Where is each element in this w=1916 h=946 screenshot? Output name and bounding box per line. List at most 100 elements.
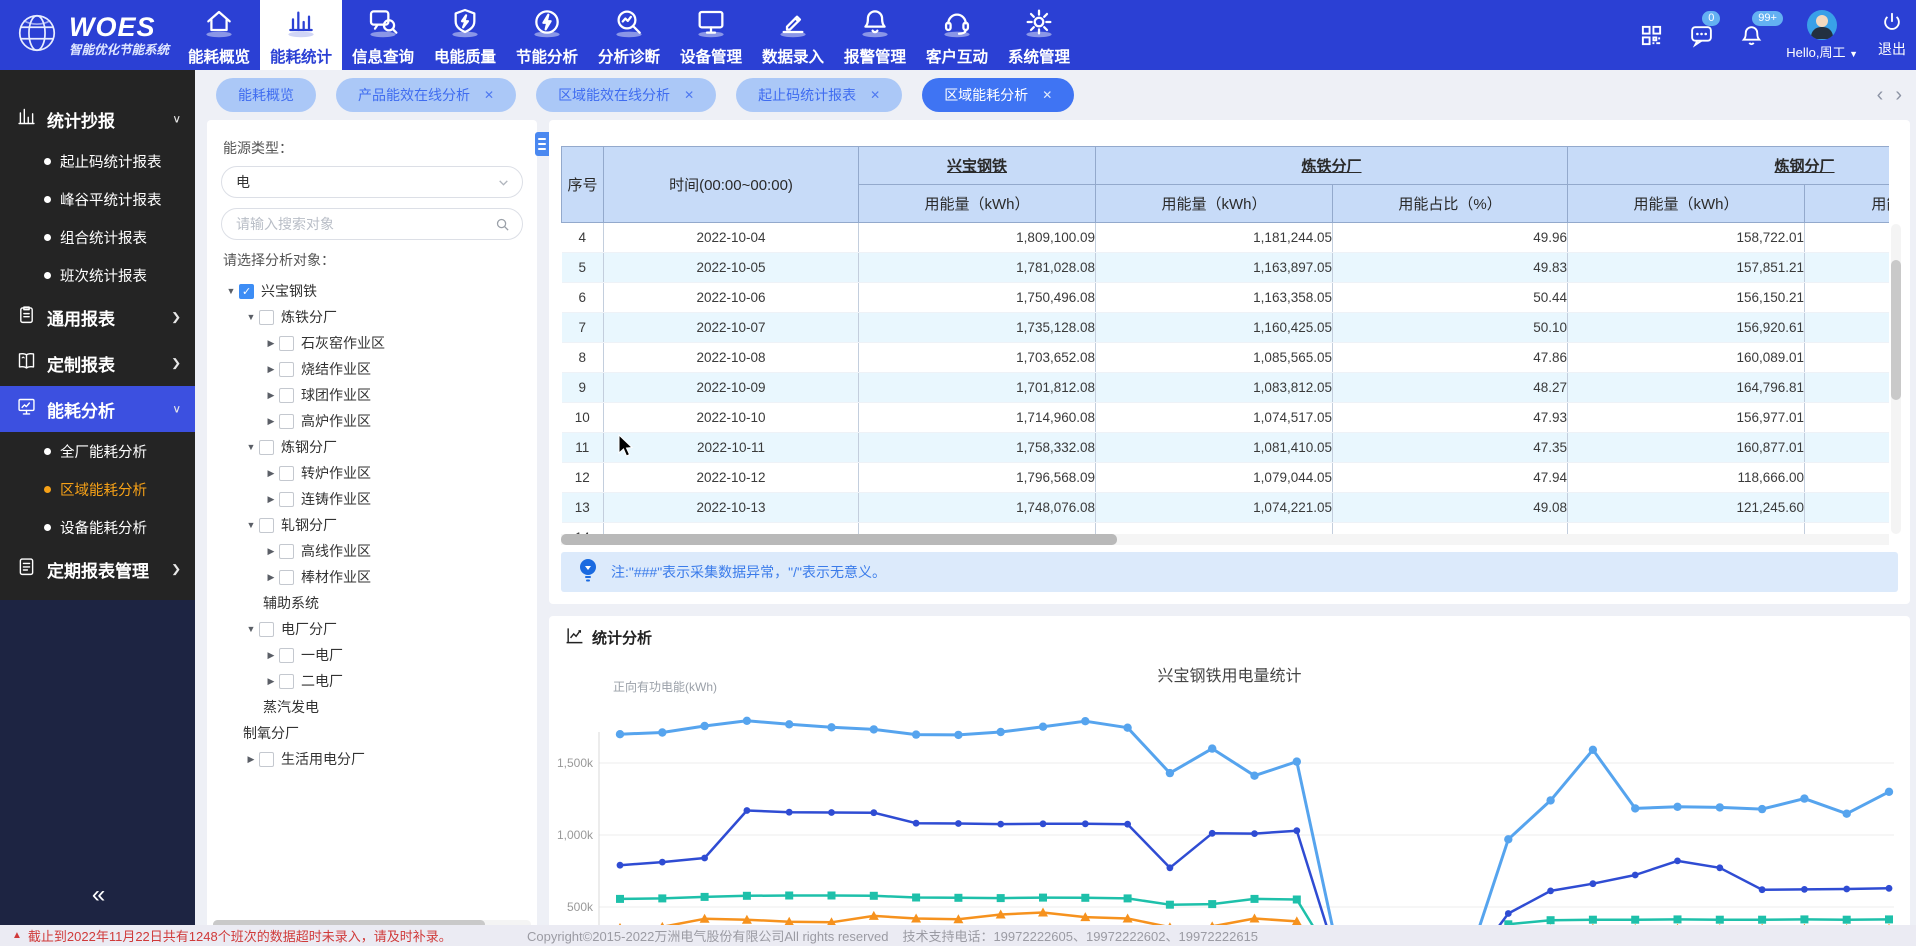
sidebar-item[interactable]: 班次统计报表	[0, 256, 195, 294]
alarm-bell-icon[interactable]: 99+	[1736, 23, 1766, 48]
tree-checkbox[interactable]	[279, 466, 294, 481]
nav-item[interactable]: 电能质量	[424, 0, 506, 70]
tree-node[interactable]: ▶石灰窑作业区	[221, 330, 523, 356]
tabs-scroll-right-icon[interactable]: ›	[1895, 84, 1902, 107]
search-icon[interactable]	[495, 217, 510, 232]
tree-node[interactable]: ▶高线作业区	[221, 538, 523, 564]
tab-close-icon[interactable]: ✕	[684, 88, 694, 102]
tab[interactable]: 区域能效在线分析✕	[536, 78, 716, 112]
tree-node[interactable]: ▼电厂分厂	[221, 616, 523, 642]
qr-code-icon[interactable]	[1636, 24, 1666, 47]
nav-item[interactable]: 系统管理	[998, 0, 1080, 70]
tree-checkbox[interactable]	[259, 310, 274, 325]
tree-checkbox[interactable]	[279, 414, 294, 429]
table-row[interactable]: 92022-10-091,701,812.081,083,812.0548.27…	[562, 373, 1890, 403]
tree-checkbox[interactable]	[259, 622, 274, 637]
tab-close-icon[interactable]: ✕	[1042, 88, 1052, 102]
tree-checkbox[interactable]	[279, 674, 294, 689]
table-row[interactable]: 112022-10-111,758,332.081,081,410.0547.3…	[562, 433, 1890, 463]
tabs-scroll-left-icon[interactable]: ‹	[1877, 84, 1884, 107]
sidebar-collapse-button[interactable]: «	[0, 881, 195, 909]
tree-node[interactable]: ▶球团作业区	[221, 382, 523, 408]
tab[interactable]: 产品能效在线分析✕	[336, 78, 516, 112]
tree-node[interactable]: ▶高炉作业区	[221, 408, 523, 434]
tree-node[interactable]: ▼兴宝钢铁	[221, 278, 523, 304]
tree-node[interactable]: ▶一电厂	[221, 642, 523, 668]
nav-item[interactable]: 能耗统计	[260, 0, 342, 70]
tree-checkbox[interactable]	[279, 388, 294, 403]
tree-node[interactable]: ▼炼铁分厂	[221, 304, 523, 330]
tree-node[interactable]: ▼轧钢分厂	[221, 512, 523, 538]
sidebar-item[interactable]: 峰谷平统计报表	[0, 180, 195, 218]
tab-close-icon[interactable]: ✕	[484, 88, 494, 102]
sidebar-item[interactable]: 组合统计报表	[0, 218, 195, 256]
expander-closed-icon[interactable]: ▶	[263, 650, 279, 661]
tab[interactable]: 区域能耗分析✕	[922, 78, 1074, 112]
tree-checkbox[interactable]	[279, 570, 294, 585]
nav-item[interactable]: 报警管理	[834, 0, 916, 70]
sidebar-section[interactable]: 统计抄报∨	[0, 96, 195, 142]
sidebar-item[interactable]: 设备能耗分析	[0, 508, 195, 546]
table-row[interactable]: 52022-10-051,781,028.081,163,897.0549.83…	[562, 253, 1890, 283]
tab[interactable]: 起止码统计报表✕	[736, 78, 902, 112]
table-row[interactable]: 122022-10-121,796,568.091,079,044.0547.9…	[562, 463, 1890, 493]
tree-checkbox[interactable]	[259, 518, 274, 533]
tree-node[interactable]: 辅助系统	[221, 590, 523, 616]
energy-type-select[interactable]: 电	[221, 166, 523, 198]
tree-checkbox[interactable]	[259, 752, 274, 767]
col-group-header[interactable]: 炼钢分厂	[1568, 147, 1889, 185]
tree-checkbox[interactable]	[259, 440, 274, 455]
logout-button[interactable]: 退出	[1878, 11, 1906, 59]
expander-closed-icon[interactable]: ▶	[263, 416, 279, 427]
tree-node[interactable]: 蒸汽发电	[221, 694, 523, 720]
table-row[interactable]: 82022-10-081,703,652.081,085,565.0547.86…	[562, 343, 1890, 373]
tree-node[interactable]: ▶生活用电分厂	[221, 746, 523, 772]
nav-item[interactable]: 客户互动	[916, 0, 998, 70]
tree-node[interactable]: ▶二电厂	[221, 668, 523, 694]
tree-node[interactable]: ▶转炉作业区	[221, 460, 523, 486]
expander-closed-icon[interactable]: ▶	[263, 676, 279, 687]
sidebar-section[interactable]: 定制报表❯	[0, 340, 195, 386]
sidebar-section[interactable]: 能耗分析∨	[0, 386, 195, 432]
table-row[interactable]: 102022-10-101,714,960.081,074,517.0547.9…	[562, 403, 1890, 433]
expander-open-icon[interactable]: ▼	[243, 442, 259, 452]
tree-node[interactable]: ▼炼钢分厂	[221, 434, 523, 460]
nav-item[interactable]: 能耗概览	[178, 0, 260, 70]
tab[interactable]: 能耗概览	[216, 78, 316, 112]
expander-open-icon[interactable]: ▼	[243, 520, 259, 530]
expander-closed-icon[interactable]: ▶	[243, 754, 259, 765]
expander-closed-icon[interactable]: ▶	[263, 338, 279, 349]
expander-closed-icon[interactable]: ▶	[263, 364, 279, 375]
sidebar-item[interactable]: 区域能耗分析	[0, 470, 195, 508]
tree-checkbox[interactable]	[279, 648, 294, 663]
message-icon[interactable]: 0	[1686, 23, 1716, 48]
table-row[interactable]: 72022-10-071,735,128.081,160,425.0550.10…	[562, 313, 1890, 343]
expander-closed-icon[interactable]: ▶	[263, 390, 279, 401]
table-row[interactable]: 132022-10-131,748,076.081,074,221.0549.0…	[562, 493, 1890, 523]
tree-checkbox[interactable]	[279, 336, 294, 351]
nav-item[interactable]: 设备管理	[670, 0, 752, 70]
sidebar-section[interactable]: 定期报表管理❯	[0, 546, 195, 592]
table-row[interactable]: 14	[562, 523, 1890, 535]
tree-node[interactable]: 制氧分厂	[221, 720, 523, 746]
sidebar-item[interactable]: 起止码统计报表	[0, 142, 195, 180]
expander-open-icon[interactable]: ▼	[243, 312, 259, 322]
col-group-header[interactable]: 兴宝钢铁	[859, 147, 1096, 185]
col-group-header[interactable]: 炼铁分厂	[1096, 147, 1568, 185]
tree-checkbox[interactable]	[279, 544, 294, 559]
search-input[interactable]	[236, 216, 492, 232]
expander-closed-icon[interactable]: ▶	[263, 494, 279, 505]
tree-checkbox[interactable]	[279, 492, 294, 507]
expander-closed-icon[interactable]: ▶	[263, 546, 279, 557]
table-row[interactable]: 62022-10-061,750,496.081,163,358.0550.44…	[562, 283, 1890, 313]
tree-node[interactable]: ▶棒材作业区	[221, 564, 523, 590]
tree-checkbox[interactable]	[239, 284, 254, 299]
tree-node[interactable]: ▶连铸作业区	[221, 486, 523, 512]
nav-item[interactable]: 节能分析	[506, 0, 588, 70]
tab-close-icon[interactable]: ✕	[870, 88, 880, 102]
table-vertical-scrollbar[interactable]	[1891, 224, 1901, 534]
table-horizontal-scrollbar[interactable]	[561, 534, 1889, 545]
sidebar-item[interactable]: 全厂能耗分析	[0, 432, 195, 470]
user-menu[interactable]: Hello,周工 ▼	[1786, 10, 1858, 61]
nav-item[interactable]: 数据录入	[752, 0, 834, 70]
